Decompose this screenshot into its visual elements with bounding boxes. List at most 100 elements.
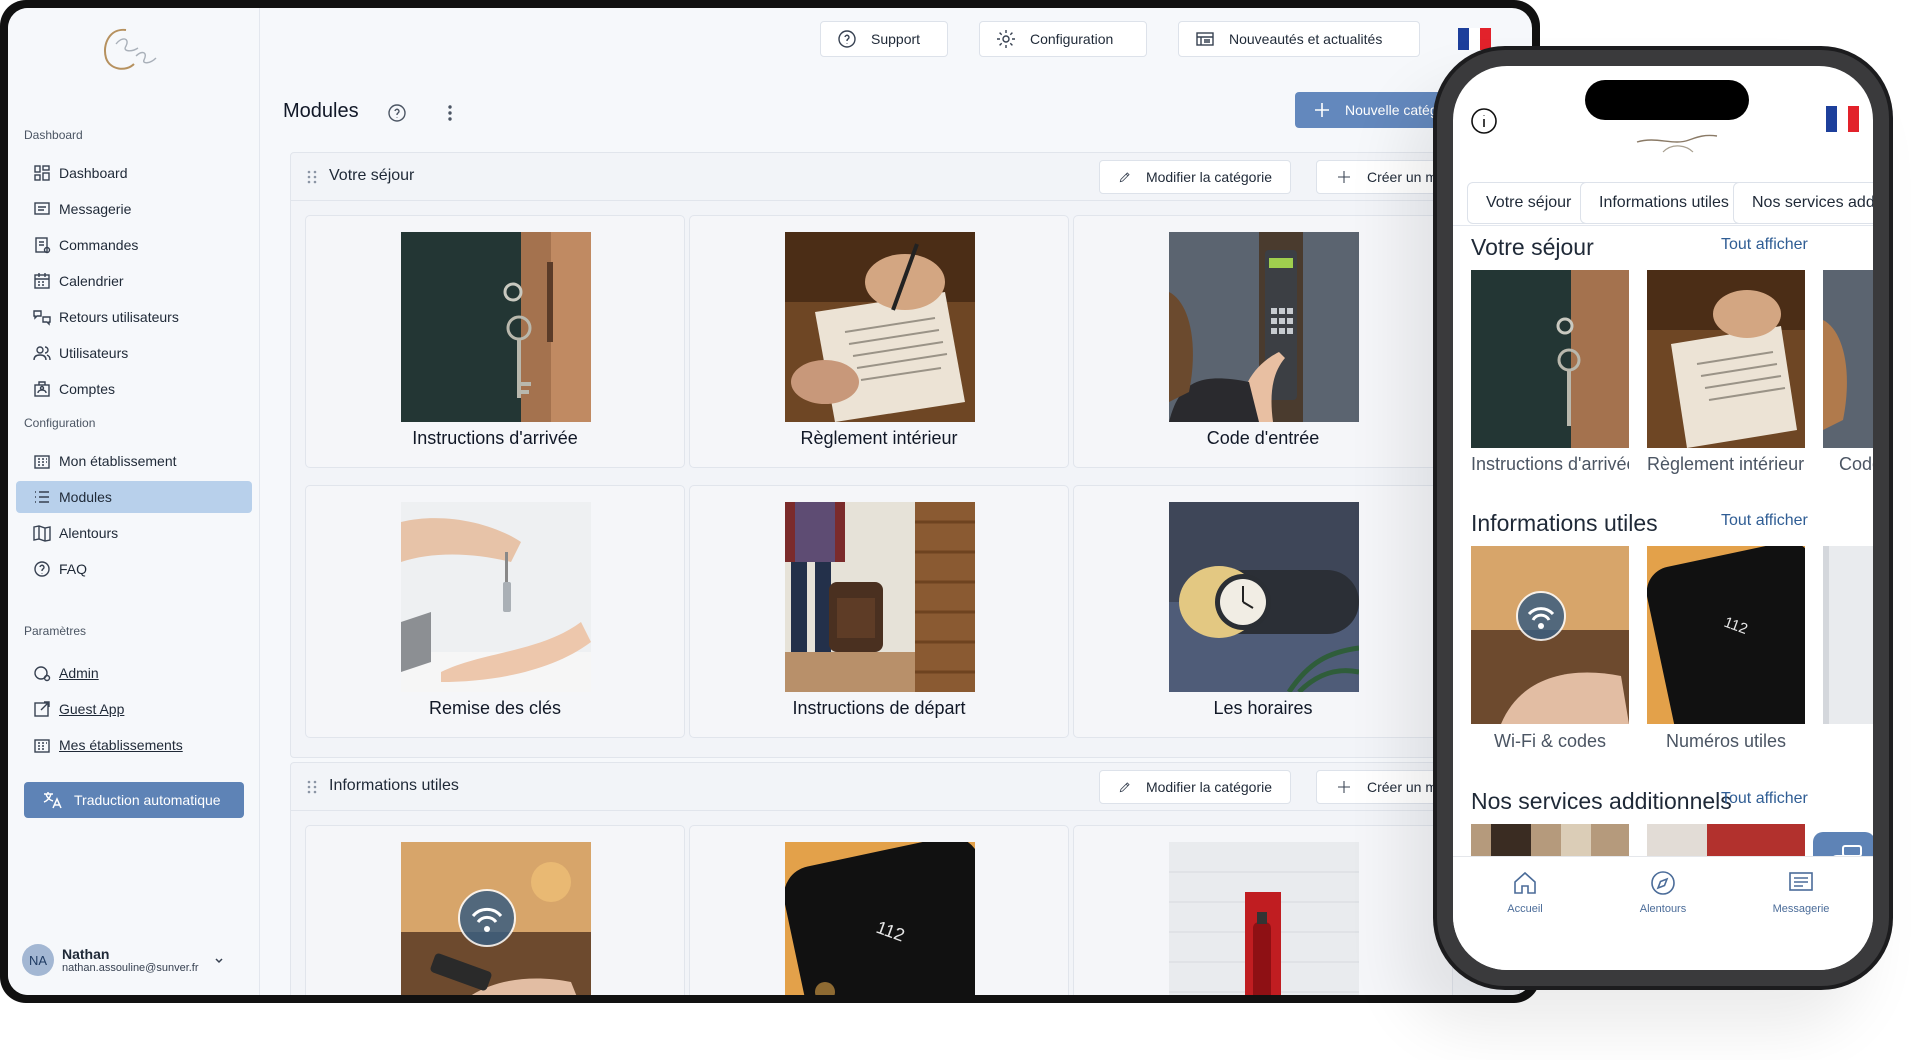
message-icon	[33, 200, 51, 218]
module-title: Remise des clés	[428, 698, 562, 718]
module-tile-title: Wi-Fi & codes	[1493, 731, 1607, 751]
help-circle-icon[interactable]	[386, 102, 408, 124]
nav-guest-app[interactable]: Guest App	[16, 693, 252, 725]
newspaper-icon	[1196, 32, 1214, 46]
section-title: Votre séjour	[1471, 234, 1594, 260]
news-button[interactable]: Nouveautés et actualités	[1178, 21, 1420, 57]
module-tile-image[interactable]	[1471, 824, 1629, 856]
nav-faq[interactable]: FAQ	[16, 553, 252, 585]
chip[interactable]: Informations utiles	[1580, 182, 1748, 224]
chip[interactable]: Nos services additionnels	[1733, 182, 1873, 224]
order-icon	[33, 236, 51, 254]
module-tile-image[interactable]	[1471, 546, 1629, 724]
module-image-signing	[785, 232, 975, 422]
see-all-link[interactable]: Tout afficher	[1721, 790, 1808, 808]
calendar-icon	[33, 272, 51, 290]
plus-icon	[1335, 168, 1353, 186]
nav-mes-etablissements[interactable]: Mes établissements	[16, 729, 252, 761]
category-panel-informations-utiles: Informations utiles Modifier la catégori…	[290, 762, 1520, 995]
module-tile-image[interactable]	[1823, 546, 1873, 724]
configuration-button[interactable]: Configuration	[979, 21, 1147, 57]
pencil-icon	[1118, 168, 1132, 186]
tab-messagerie[interactable]: Messagerie	[1751, 869, 1851, 915]
flag-fr-icon[interactable]	[1826, 106, 1859, 132]
admin-icon	[33, 664, 51, 682]
nav-label: Dashboard	[59, 165, 128, 181]
tab-label: Messagerie	[1772, 903, 1830, 915]
module-card[interactable]: 112	[689, 825, 1069, 995]
nav-utilisateurs[interactable]: Utilisateurs	[16, 337, 252, 369]
module-card[interactable]: Règlement intérieur	[689, 215, 1069, 468]
user-menu[interactable]: NA Nathan nathan.assouline@sunver.fr	[22, 938, 252, 982]
see-all-link[interactable]: Tout afficher	[1721, 512, 1808, 530]
module-tile-image[interactable]	[1647, 270, 1805, 448]
module-tile-image[interactable]	[1471, 270, 1629, 448]
edit-category-button[interactable]: Modifier la catégorie	[1099, 160, 1291, 194]
module-card[interactable]: Remise des clés	[305, 485, 685, 738]
users-icon	[33, 344, 51, 362]
tab-accueil[interactable]: Accueil	[1475, 869, 1575, 915]
nav-commandes[interactable]: Commandes	[16, 229, 252, 261]
support-label: Support	[871, 31, 921, 47]
drag-handle-icon[interactable]	[305, 779, 319, 795]
module-image-keys	[401, 232, 591, 422]
category-name: Votre séjour	[329, 167, 415, 184]
plus-icon	[1335, 778, 1353, 796]
home-icon	[1514, 871, 1536, 894]
module-card[interactable]: Instructions d'arrivée	[305, 215, 685, 468]
nav-messagerie[interactable]: Messagerie	[16, 193, 252, 225]
message-icon	[1789, 872, 1813, 891]
nav-label: Mon établissement	[59, 453, 177, 469]
support-button[interactable]: Support	[820, 21, 948, 57]
nav-admin[interactable]: Admin	[16, 657, 252, 689]
edit-category-button[interactable]: Modifier la catégorie	[1099, 770, 1291, 804]
nav-modules[interactable]: Modules	[16, 481, 252, 513]
flag-fr-icon[interactable]	[1458, 28, 1491, 50]
category-header: Informations utiles Modifier la catégori…	[291, 763, 1519, 811]
user-name: Nathan	[62, 946, 110, 962]
edit-category-label: Modifier la catégorie	[1145, 779, 1272, 795]
module-tile-image[interactable]	[1823, 270, 1873, 448]
nav-label: Comptes	[59, 381, 116, 397]
translate-icon	[43, 792, 62, 809]
nav-label: Mes établissements	[59, 737, 183, 753]
module-image-departure	[785, 502, 975, 692]
scene: Dashboard Dashboard Messagerie Commandes…	[0, 0, 1911, 1060]
nav-label: Commandes	[59, 237, 139, 253]
see-all-link[interactable]: Tout afficher	[1721, 236, 1808, 254]
gear-icon	[997, 30, 1015, 48]
more-vertical-icon[interactable]	[439, 102, 461, 124]
pencil-icon	[1118, 778, 1132, 796]
nav-comptes[interactable]: Comptes	[16, 373, 252, 405]
module-card[interactable]: Les horaires	[1073, 485, 1453, 738]
nav-retours-utilisateurs[interactable]: Retours utilisateurs	[16, 301, 252, 333]
page-title: Modules	[283, 100, 359, 122]
auto-translate-label: Traduction automatique	[74, 792, 221, 808]
nav-alentours[interactable]: Alentours	[16, 517, 252, 549]
module-card[interactable]	[305, 825, 685, 995]
brand-logo[interactable]	[96, 22, 168, 78]
module-tile-image[interactable]	[1647, 824, 1805, 856]
plus-icon	[1315, 103, 1329, 117]
module-card[interactable]	[1073, 825, 1453, 995]
module-card[interactable]: Instructions de départ	[689, 485, 1069, 738]
section-title: Nos services additionnels	[1471, 788, 1732, 814]
avatar: NA	[22, 944, 54, 976]
tab-alentours[interactable]: Alentours	[1613, 869, 1713, 915]
nav-label: Guest App	[59, 701, 125, 717]
auto-translate-button[interactable]: Traduction automatique	[24, 782, 244, 818]
drag-handle-icon[interactable]	[305, 169, 319, 185]
nav-mon-etablissement[interactable]: Mon établissement	[16, 445, 252, 477]
chip[interactable]: Votre séjour	[1467, 182, 1591, 224]
user-info: Nathan nathan.assouline@sunver.fr	[62, 946, 199, 974]
info-icon[interactable]	[1469, 106, 1499, 136]
nav-calendrier[interactable]: Calendrier	[16, 265, 252, 297]
module-tile-image[interactable]: 112	[1647, 546, 1805, 724]
edit-category-label: Modifier la catégorie	[1145, 169, 1272, 185]
building-icon	[33, 452, 51, 470]
module-card[interactable]: Code d'entrée	[1073, 215, 1453, 468]
module-title: Code d'entrée	[1206, 428, 1320, 448]
desktop-screen: Dashboard Dashboard Messagerie Commandes…	[8, 8, 1532, 995]
sidebar: Dashboard Dashboard Messagerie Commandes…	[8, 8, 260, 995]
nav-dashboard[interactable]: Dashboard	[16, 157, 252, 189]
